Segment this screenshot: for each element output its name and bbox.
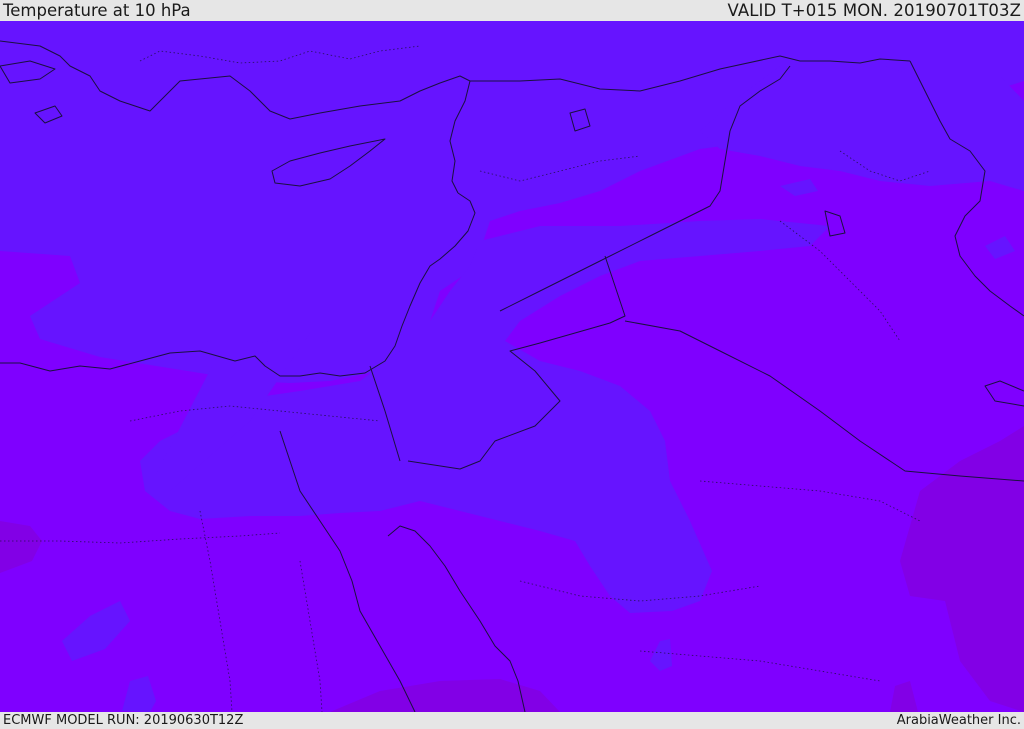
valid-time: VALID T+015 MON. 20190701T03Z [727,1,1021,20]
model-run: ECMWF MODEL RUN: 20190630T12Z [3,713,244,728]
map-title: Temperature at 10 hPa [3,1,191,20]
top-bar: Temperature at 10 hPa VALID T+015 MON. 2… [0,0,1024,21]
brand-credit: ArabiaWeather Inc. [896,713,1021,728]
weather-map [0,21,1024,712]
map-area[interactable] [0,21,1024,712]
bottom-bar: ECMWF MODEL RUN: 20190630T12Z ArabiaWeat… [0,712,1024,729]
